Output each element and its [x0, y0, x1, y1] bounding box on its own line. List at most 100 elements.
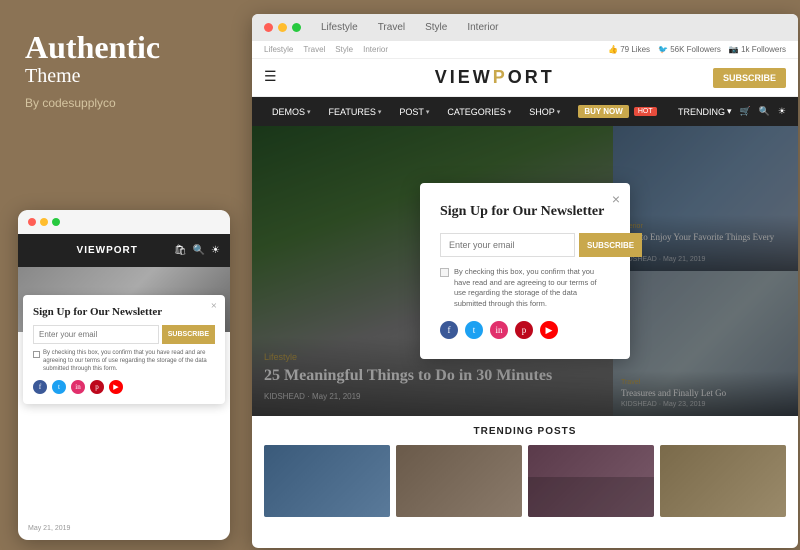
- mobile-pinterest-icon[interactable]: p: [90, 380, 104, 394]
- trending-post-3[interactable]: [528, 445, 654, 517]
- mobile-logo: VIEWPORT: [77, 245, 138, 256]
- nav-trending[interactable]: TRENDING ▾: [678, 106, 732, 117]
- facebook-followers: 👍 79 Likes: [608, 45, 650, 54]
- main-content: Lifestyle 25 Meaningful Things to Do in …: [252, 126, 798, 416]
- nav-features[interactable]: FEATURES ▾: [321, 97, 390, 126]
- nav-trending-label: TRENDING: [678, 107, 725, 117]
- mobile-preview: ☰ VIEWPORT 🛍 🔍 ☀ × Sign Up for Our Newsl…: [18, 210, 230, 540]
- trending-post-image-1: [264, 445, 390, 517]
- nav-shop-label: SHOP: [529, 107, 555, 117]
- nav-trending-arrow: ▾: [727, 106, 732, 117]
- mobile-theme-icon[interactable]: ☀: [211, 245, 220, 256]
- nav-post-label: POST: [399, 107, 424, 117]
- mobile-facebook-icon[interactable]: f: [33, 380, 47, 394]
- site-top-links: Lifestyle Travel Style Interior: [264, 45, 388, 54]
- browser-minimize-dot: [278, 23, 287, 32]
- mobile-subscribe-button[interactable]: SUBSCRIBE: [162, 325, 215, 344]
- nav-categories-arrow: ▾: [508, 108, 512, 116]
- newsletter-youtube-icon[interactable]: ▶: [540, 321, 558, 339]
- nav-cart-icon[interactable]: 🛒: [739, 106, 750, 117]
- tab-travel[interactable]: Travel: [378, 22, 405, 33]
- mobile-newsletter-title: Sign Up for Our Newsletter: [33, 305, 215, 319]
- newsletter-checkbox-row: By checking this box, you confirm that y…: [440, 267, 610, 309]
- newsletter-modal-overlay: × Sign Up for Our Newsletter SUBSCRIBE B…: [252, 126, 798, 416]
- nav-left: DEMOS ▾ FEATURES ▾ POST ▾ CATEGORIES ▾ S…: [264, 97, 665, 126]
- nav-post[interactable]: POST ▾: [391, 97, 437, 126]
- mobile-instagram-icon[interactable]: in: [71, 380, 85, 394]
- top-link-travel[interactable]: Travel: [303, 45, 325, 54]
- mobile-maximize-dot: [52, 218, 60, 226]
- site-logo-left: ☰: [264, 69, 277, 86]
- nav-buy-now-label: BUY NOW: [578, 105, 629, 118]
- mobile-youtube-icon[interactable]: ▶: [109, 380, 123, 394]
- browser-maximize-dot: [292, 23, 301, 32]
- nav-post-arrow: ▾: [426, 108, 430, 116]
- nav-shop[interactable]: SHOP ▾: [521, 97, 568, 126]
- site-logo-row: ☰ VIEWPORT SUBSCRIBE: [252, 59, 798, 97]
- trending-post-2[interactable]: [396, 445, 522, 517]
- mobile-minimize-dot: [40, 218, 48, 226]
- trending-post-1[interactable]: [264, 445, 390, 517]
- left-panel: Authentic Theme By codesupplyco ☰ VIEWPO…: [0, 0, 248, 550]
- top-link-style[interactable]: Style: [335, 45, 353, 54]
- mobile-twitter-icon[interactable]: t: [52, 380, 66, 394]
- browser-window: Lifestyle Travel Style Interior Lifestyl…: [252, 14, 798, 548]
- top-link-lifestyle[interactable]: Lifestyle: [264, 45, 293, 54]
- newsletter-twitter-icon[interactable]: t: [465, 321, 483, 339]
- browser-chrome: Lifestyle Travel Style Interior: [252, 14, 798, 41]
- tab-interior[interactable]: Interior: [467, 22, 498, 33]
- newsletter-terms-text: By checking this box, you confirm that y…: [454, 267, 610, 309]
- newsletter-instagram-icon[interactable]: in: [490, 321, 508, 339]
- mobile-terms-text: By checking this box, you confirm that y…: [43, 350, 215, 373]
- trending-post-4[interactable]: [660, 445, 786, 517]
- brand-subtitle: Theme: [25, 65, 223, 88]
- mobile-newsletter-modal: × Sign Up for Our Newsletter SUBSCRIBE B…: [23, 295, 225, 404]
- tab-style[interactable]: Style: [425, 22, 447, 33]
- mobile-bottom-date: May 21, 2019: [28, 525, 70, 532]
- nav-demos-arrow: ▾: [307, 108, 311, 116]
- mobile-email-input[interactable]: [33, 325, 159, 344]
- mobile-nav: ☰ VIEWPORT 🛍 🔍 ☀: [18, 234, 230, 267]
- tab-lifestyle[interactable]: Lifestyle: [321, 22, 358, 33]
- trending-title: TRENDING POSTS: [264, 426, 786, 437]
- mobile-search-icon[interactable]: 🔍: [193, 245, 205, 256]
- brand-title: Authentic: [25, 30, 223, 65]
- site-hamburger-icon[interactable]: ☰: [264, 69, 277, 86]
- nav-buy-now[interactable]: BUY NOW HOT: [570, 97, 664, 126]
- nav-demos[interactable]: DEMOS ▾: [264, 97, 319, 126]
- newsletter-subscribe-button[interactable]: SUBSCRIBE: [579, 233, 642, 257]
- browser-close-dot: [264, 23, 273, 32]
- trending-post-image-4: [660, 445, 786, 517]
- top-link-interior[interactable]: Interior: [363, 45, 388, 54]
- nav-categories-label: CATEGORIES: [447, 107, 505, 117]
- instagram-followers: 📷 1k Followers: [729, 45, 786, 54]
- mobile-terms-checkbox[interactable]: [33, 351, 40, 358]
- mobile-email-row: SUBSCRIBE: [33, 325, 215, 344]
- newsletter-close-button[interactable]: ×: [612, 191, 620, 207]
- mobile-hamburger-icon[interactable]: ☰: [28, 242, 41, 259]
- header-subscribe-button[interactable]: SUBSCRIBE: [713, 68, 786, 88]
- mobile-close-dot: [28, 218, 36, 226]
- site-nav: DEMOS ▾ FEATURES ▾ POST ▾ CATEGORIES ▾ S…: [252, 97, 798, 126]
- mobile-nav-icons: 🛍 🔍 ☀: [174, 245, 220, 256]
- nav-theme-icon[interactable]: ☀: [778, 106, 786, 117]
- trending-post-image-2: [396, 445, 522, 517]
- nav-demos-label: DEMOS: [272, 107, 305, 117]
- site-header-top: Lifestyle Travel Style Interior 👍 79 Lik…: [252, 41, 798, 59]
- newsletter-terms-checkbox[interactable]: [440, 268, 449, 277]
- mobile-newsletter-close-button[interactable]: ×: [211, 300, 217, 312]
- nav-search-icon[interactable]: 🔍: [759, 106, 770, 117]
- newsletter-email-input[interactable]: [440, 233, 575, 257]
- trending-section: TRENDING POSTS: [252, 416, 798, 527]
- nav-shop-arrow: ▾: [557, 108, 561, 116]
- brand-by: By codesupplyco: [25, 96, 223, 110]
- mobile-bag-icon: 🛍: [174, 245, 187, 256]
- newsletter-modal: × Sign Up for Our Newsletter SUBSCRIBE B…: [420, 183, 630, 359]
- newsletter-facebook-icon[interactable]: f: [440, 321, 458, 339]
- trending-post-image-3: [528, 445, 654, 517]
- newsletter-social-icons: f t in p ▶: [440, 321, 610, 339]
- newsletter-pinterest-icon[interactable]: p: [515, 321, 533, 339]
- browser-tabs: Lifestyle Travel Style Interior: [321, 22, 498, 33]
- newsletter-email-row: SUBSCRIBE: [440, 233, 610, 257]
- nav-categories[interactable]: CATEGORIES ▾: [439, 97, 519, 126]
